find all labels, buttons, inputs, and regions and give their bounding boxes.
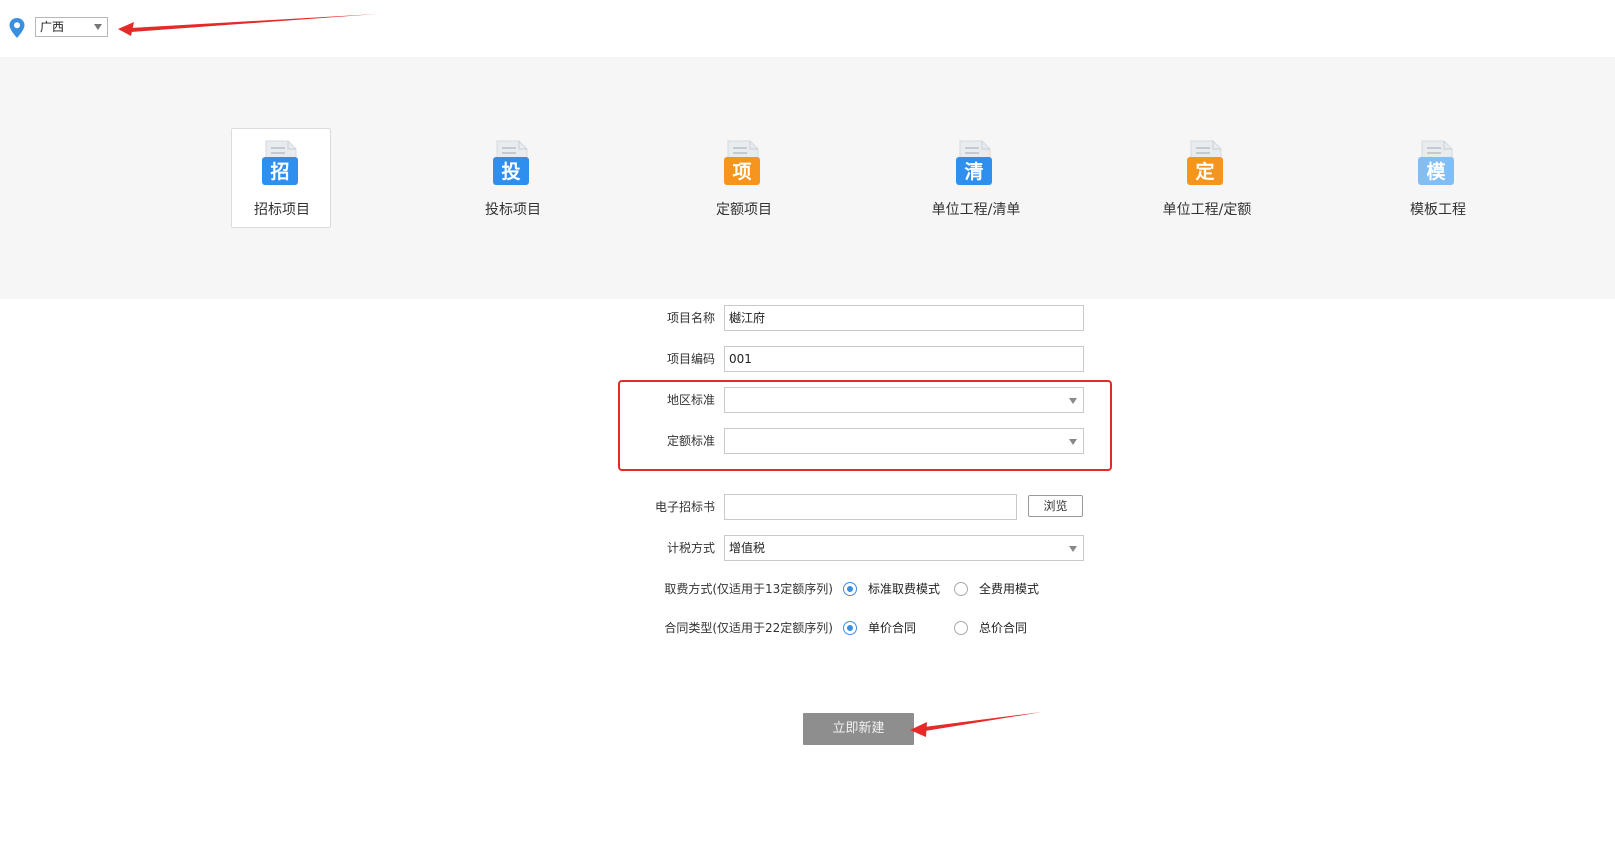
location-pin-icon [9,18,25,38]
project-type-card[interactable]: 模模板工程 [1387,128,1487,228]
tax-method-value: 增值税 [729,541,766,555]
region-select-value: 广西 [40,20,65,34]
document-icon: 清 [956,140,992,185]
document-icon: 定 [1187,140,1223,185]
arrow-annotation [910,712,1042,737]
annotation-highlight-box [618,380,1112,471]
fee-mode-label: 取费方式(仅适用于13定额序列) [664,582,833,596]
contract-type-radio-total[interactable] [954,621,968,635]
project-type-label: 投标项目 [485,202,541,218]
contract-type-option-total: 总价合同 [979,621,1028,635]
caret-down-icon [94,24,102,30]
project-name-label: 项目名称 [666,311,715,325]
form-row-fee-mode: 取费方式(仅适用于13定额序列) 标准取费模式 全费用模式 [0,576,1615,602]
project-type-label: 模板工程 [1410,202,1466,218]
document-icon: 投 [493,140,529,185]
fee-mode-option-standard: 标准取费模式 [868,582,941,596]
project-type-glyph: 投 [501,160,520,183]
create-now-button[interactable]: 立即新建 [803,713,914,745]
form-row-project-name: 项目名称 樾江府 [0,305,1615,331]
browse-button[interactable]: 浏览 [1028,495,1083,517]
form-row-tax-method: 计税方式 增值税 [0,535,1615,561]
fee-mode-radio-full[interactable] [954,582,968,596]
top-bar: 广西 [0,0,1615,57]
project-type-label: 定额项目 [716,202,772,218]
form-row-project-code: 项目编码 001 [0,346,1615,372]
contract-type-label: 合同类型(仅适用于22定额序列) [664,621,833,635]
project-type-glyph: 模 [1426,160,1446,183]
project-type-card[interactable]: 项定额项目 [693,128,793,228]
fee-mode-option-full: 全费用模式 [979,582,1040,596]
form-row-contract-type: 合同类型(仅适用于22定额序列) 单价合同 总价合同 [0,615,1615,641]
project-type-card[interactable]: 招招标项目 [231,128,331,228]
project-type-glyph: 招 [270,160,289,183]
document-icon: 招 [262,140,298,185]
project-code-label: 项目编码 [666,352,715,366]
document-icon: 模 [1418,140,1454,185]
project-type-label: 单位工程/清单 [931,202,1021,218]
project-type-glyph: 项 [732,161,751,183]
contract-type-radio-unit[interactable] [843,621,857,635]
project-type-label: 单位工程/定额 [1162,202,1252,218]
tax-method-label: 计税方式 [666,541,715,555]
project-code-input[interactable]: 001 [724,346,1084,372]
project-type-card[interactable]: 投投标项目 [462,128,562,228]
fee-mode-radio-standard[interactable] [843,582,857,596]
contract-type-option-unit: 单价合同 [868,621,917,635]
e-tender-input[interactable] [724,494,1017,520]
project-type-glyph: 清 [964,160,983,183]
project-type-label: 招标项目 [254,202,310,218]
tax-method-select[interactable]: 增值税 [724,535,1084,561]
form-row-e-tender: 电子招标书 浏览 [0,494,1615,520]
document-icon: 项 [724,140,760,185]
project-name-input[interactable]: 樾江府 [724,305,1084,331]
caret-down-icon [1069,546,1077,552]
e-tender-label: 电子招标书 [654,500,715,514]
project-type-card[interactable]: 清单位工程/清单 [925,128,1025,228]
project-type-glyph: 定 [1195,160,1214,183]
project-type-card[interactable]: 定单位工程/定额 [1156,128,1256,228]
region-select[interactable]: 广西 [35,17,108,37]
